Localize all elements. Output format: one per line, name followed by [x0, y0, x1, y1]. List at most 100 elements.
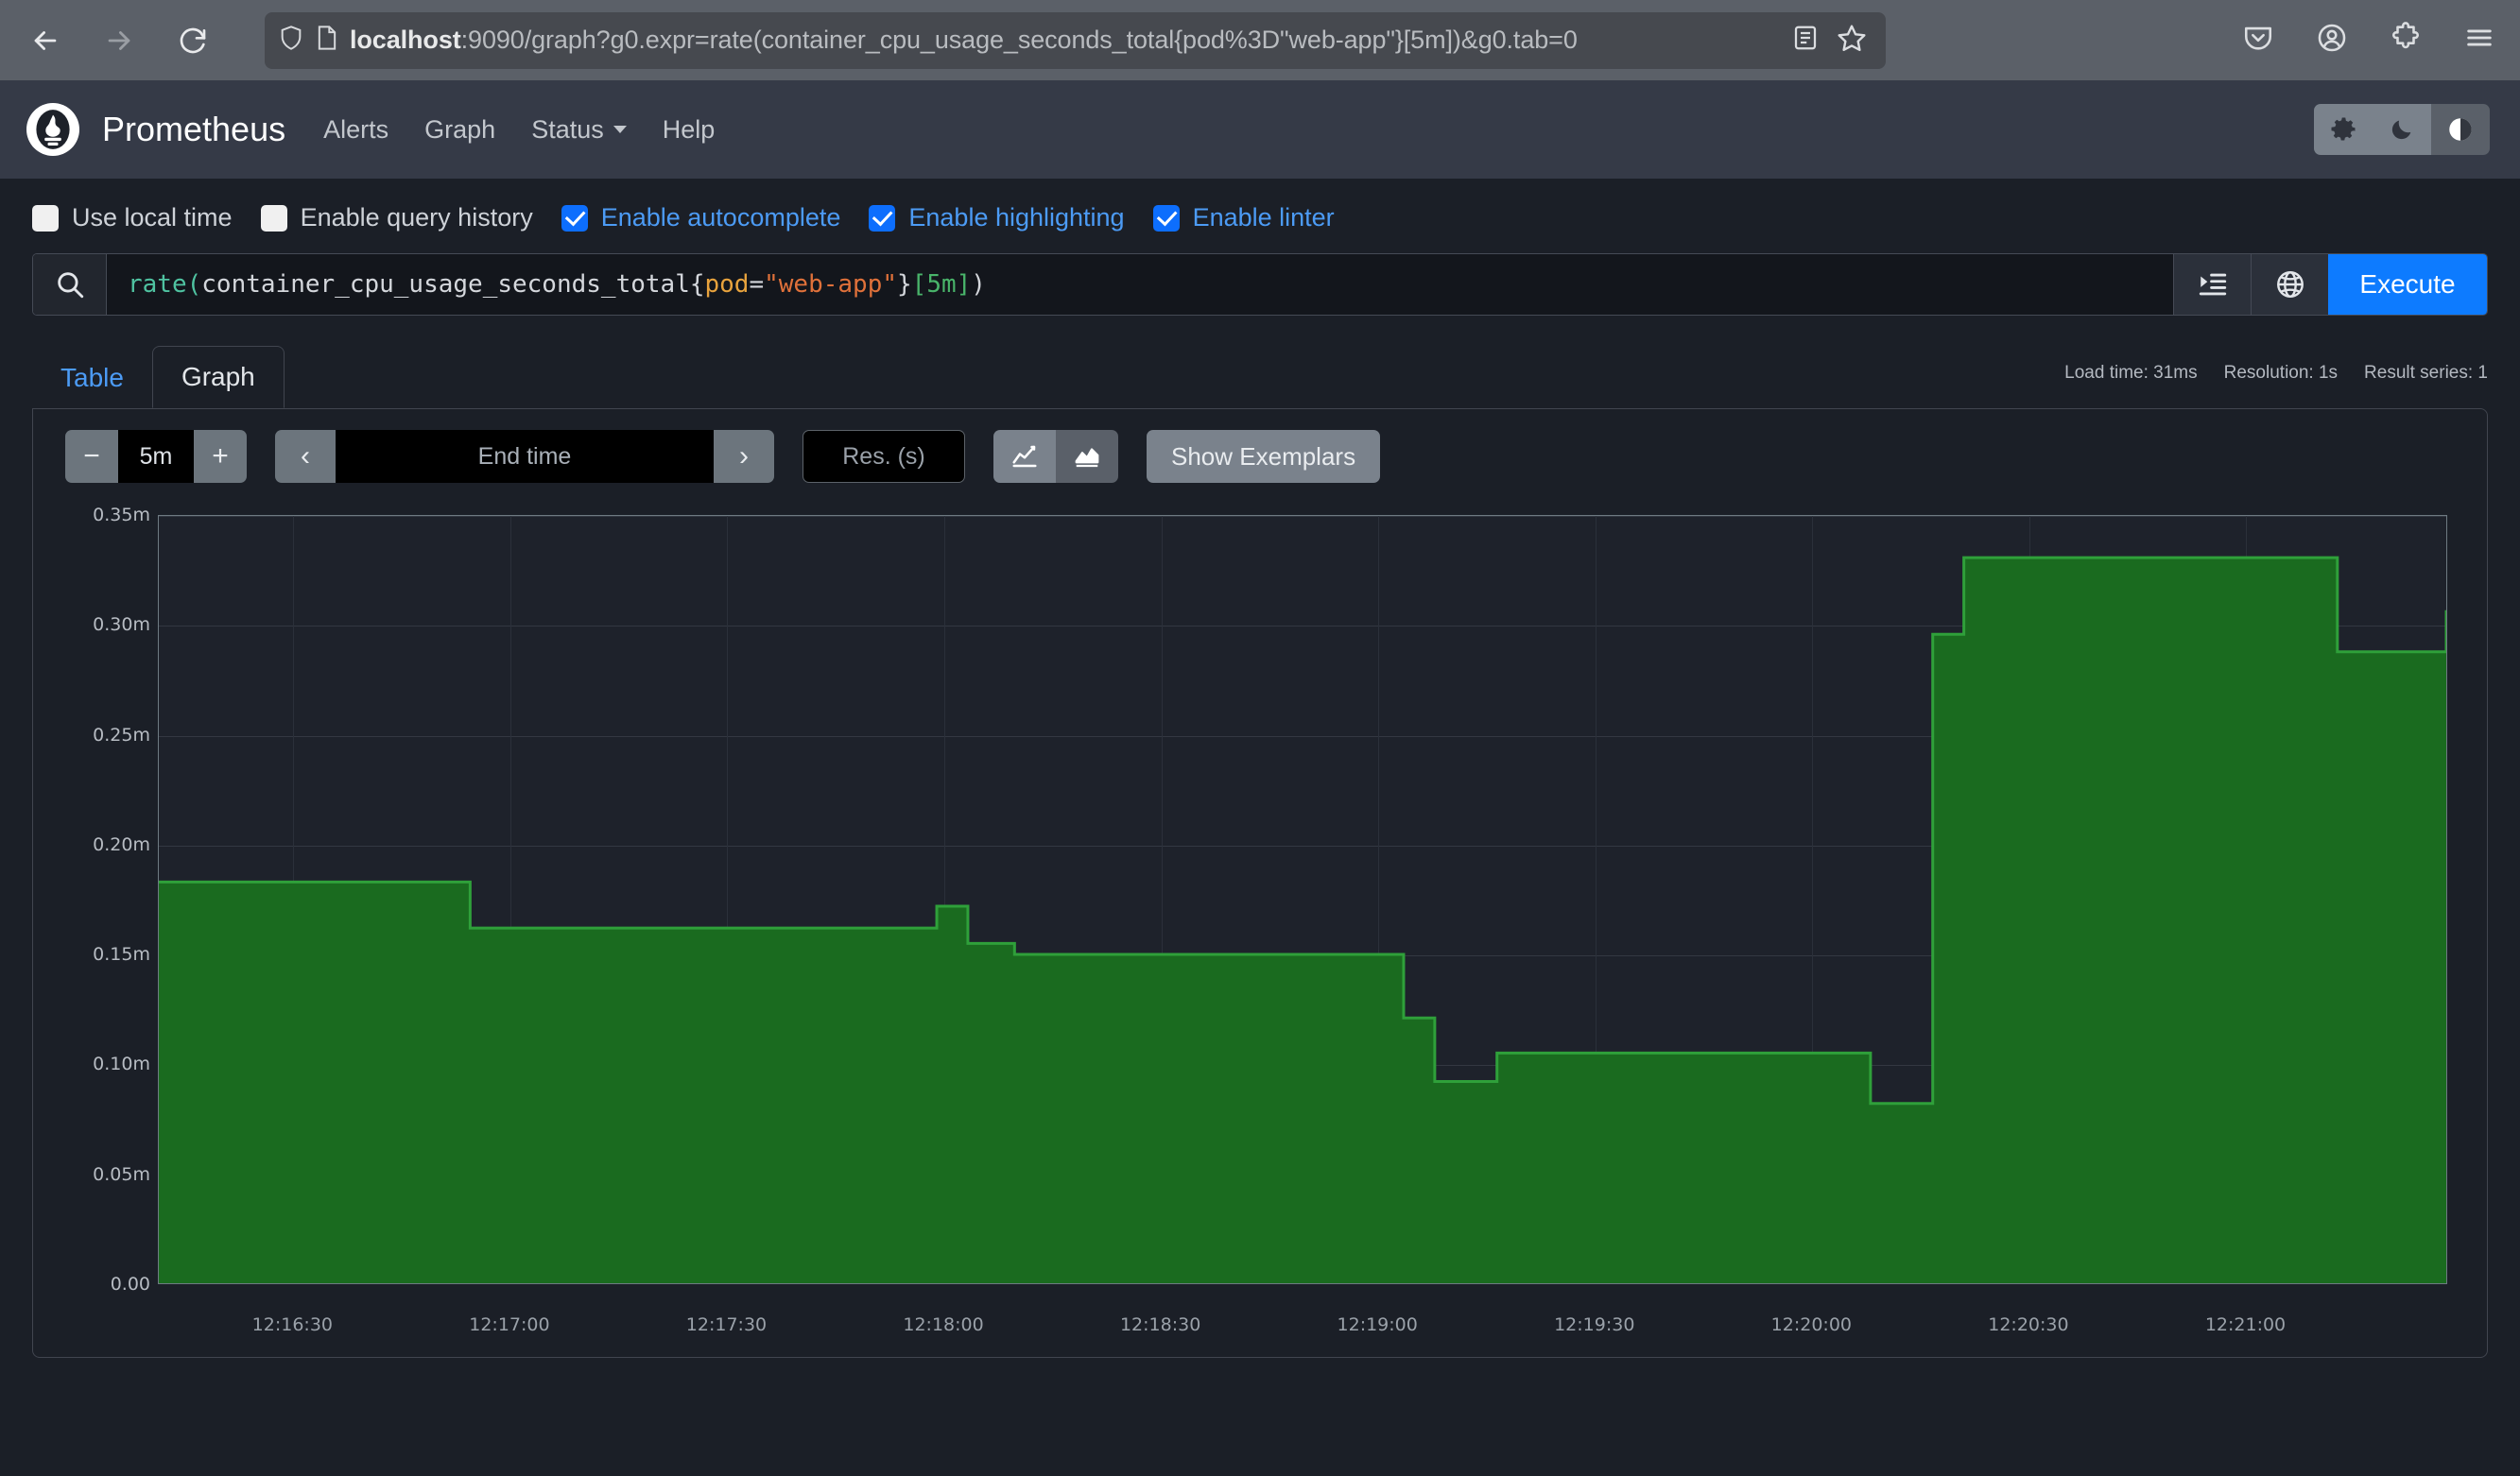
- x-axis-tick-label: 12:18:30: [1119, 1314, 1201, 1335]
- show-exemplars-button[interactable]: Show Exemplars: [1147, 430, 1381, 483]
- graph-panel: − 5m + ‹ End time › Res. (s) Show Exempl…: [32, 408, 2488, 1358]
- option-use-local-time[interactable]: Use local time: [32, 203, 233, 232]
- enable-highlighting-label: Enable highlighting: [908, 203, 1125, 232]
- range-increase-button[interactable]: +: [194, 430, 247, 483]
- query-token-fn: rate(: [128, 270, 202, 299]
- end-time-next-button[interactable]: ›: [714, 430, 774, 483]
- plot-region[interactable]: [158, 515, 2447, 1284]
- query-token-brace-open: {: [689, 270, 705, 299]
- navbar-links: Alerts Graph Status Help: [323, 115, 715, 145]
- end-time-group: ‹ End time ›: [275, 430, 774, 483]
- theme-auto-button[interactable]: [2431, 104, 2490, 155]
- enable-autocomplete-label: Enable autocomplete: [600, 203, 841, 232]
- range-decrease-button[interactable]: −: [65, 430, 118, 483]
- x-axis-tick-label: 12:19:30: [1554, 1314, 1635, 1335]
- graph-toolbar: − 5m + ‹ End time › Res. (s) Show Exempl…: [33, 430, 2487, 483]
- tab-graph[interactable]: Graph: [151, 346, 285, 408]
- page-icon: [316, 25, 338, 56]
- y-axis-tick-label: 0.00: [110, 1274, 150, 1295]
- x-axis-tick-label: 12:19:00: [1337, 1314, 1418, 1335]
- chart-type-toggle: [993, 430, 1118, 483]
- extensions-puzzle-icon[interactable]: [2390, 22, 2422, 59]
- chevron-down-icon: [613, 126, 627, 133]
- reload-icon[interactable]: [168, 16, 217, 65]
- nav-link-graph[interactable]: Graph: [424, 115, 495, 145]
- globe-icon[interactable]: [2251, 254, 2328, 315]
- query-token-metric: container_cpu_usage_seconds_total: [201, 270, 690, 299]
- account-icon[interactable]: [2316, 22, 2348, 59]
- enable-autocomplete-checkbox[interactable]: [561, 204, 588, 232]
- enable-query-history-label: Enable query history: [300, 203, 533, 232]
- tabs-row: Table Graph Load time: 31ms Resolution: …: [0, 338, 2520, 408]
- x-axis-tick-label: 12:20:00: [1770, 1314, 1853, 1335]
- option-enable-query-history[interactable]: Enable query history: [260, 203, 533, 232]
- use-local-time-checkbox[interactable]: [32, 204, 59, 232]
- x-axis-tick-label: 12:17:30: [685, 1314, 768, 1335]
- brand-title: Prometheus: [102, 110, 286, 148]
- search-icon: [33, 254, 107, 315]
- y-axis-tick-label: 0.25m: [93, 724, 150, 746]
- x-axis-tick-label: 12:20:30: [1988, 1314, 2069, 1335]
- prometheus-navbar: Prometheus Alerts Graph Status Help: [0, 80, 2520, 179]
- query-token-label-key: pod: [704, 270, 750, 299]
- y-axis-tick-label: 0.20m: [93, 833, 150, 855]
- y-axis-tick-label: 0.05m: [93, 1163, 150, 1185]
- range-input-group: − 5m +: [65, 430, 247, 483]
- x-axis-tick-label: 12:16:30: [251, 1314, 333, 1335]
- y-axis-tick-label: 0.30m: [93, 614, 150, 636]
- nav-link-graph-label: Graph: [424, 114, 496, 144]
- half-circle-contrast-icon: [2449, 118, 2472, 141]
- resolution-input[interactable]: Res. (s): [803, 430, 965, 483]
- chart-area: 0.00 0.05m 0.10m 0.15m 0.20m 0.25m 0.30m 0.35m …: [33, 502, 2487, 1343]
- theme-dark-button[interactable]: [2373, 104, 2431, 155]
- moon-icon: [2391, 120, 2411, 140]
- line-chart-icon[interactable]: [993, 430, 1056, 483]
- pocket-icon[interactable]: [2242, 22, 2274, 59]
- y-axis-tick-label: 0.15m: [93, 944, 150, 966]
- enable-highlighting-checkbox[interactable]: [869, 204, 896, 232]
- option-enable-highlighting[interactable]: Enable highlighting: [869, 203, 1125, 232]
- query-input[interactable]: rate(container_cpu_usage_seconds_total{p…: [107, 254, 2173, 315]
- nav-link-help-label: Help: [662, 114, 716, 144]
- nav-link-alerts[interactable]: Alerts: [323, 115, 388, 145]
- option-enable-linter[interactable]: Enable linter: [1152, 203, 1335, 232]
- stacked-area-chart-icon[interactable]: [1056, 430, 1118, 483]
- query-token-eq: =: [749, 270, 765, 299]
- end-time-input[interactable]: End time: [336, 430, 714, 483]
- stat-load-time: Load time: 31ms: [2064, 363, 2198, 383]
- stat-resolution: Resolution: 1s: [2223, 363, 2339, 383]
- enable-linter-label: Enable linter: [1192, 203, 1335, 232]
- url-bar[interactable]: localhost:9090/graph?g0.expr=rate(contai…: [265, 11, 1886, 69]
- star-bookmark-icon[interactable]: [1837, 23, 1867, 58]
- enable-query-history-checkbox[interactable]: [260, 204, 287, 232]
- y-axis-tick-label: 0.10m: [93, 1054, 150, 1075]
- series-area: [159, 516, 2446, 1283]
- execute-button[interactable]: Execute: [2328, 254, 2487, 315]
- back-arrow-icon[interactable]: [21, 16, 70, 65]
- forward-arrow-icon[interactable]: [95, 16, 144, 65]
- option-enable-autocomplete[interactable]: Enable autocomplete: [561, 203, 841, 232]
- reader-view-icon[interactable]: [1791, 24, 1820, 57]
- theme-toggle-group: [2314, 104, 2490, 155]
- shield-icon: [278, 25, 304, 56]
- y-axis-tick-label: 0.35m: [93, 505, 150, 525]
- nav-link-status[interactable]: Status: [531, 115, 627, 145]
- range-input[interactable]: 5m: [118, 430, 194, 483]
- x-axis-tick-label: 12:18:00: [903, 1314, 984, 1335]
- use-local-time-label: Use local time: [72, 203, 233, 232]
- browser-toolbar: localhost:9090/graph?g0.expr=rate(contai…: [0, 0, 2520, 80]
- browser-right-icons: [2242, 0, 2495, 80]
- x-axis-tick-label: 12:21:00: [2204, 1314, 2287, 1335]
- browser-nav-buttons: [21, 16, 217, 65]
- prometheus-logo-icon[interactable]: [26, 103, 79, 156]
- x-axis-tick-label: 12:17:00: [469, 1314, 550, 1335]
- nav-link-help[interactable]: Help: [663, 115, 716, 145]
- tab-table[interactable]: Table: [32, 348, 152, 408]
- theme-light-button[interactable]: [2314, 104, 2373, 155]
- hamburger-menu-icon[interactable]: [2463, 22, 2495, 59]
- url-host: localhost: [350, 26, 461, 54]
- metrics-explorer-icon[interactable]: [2173, 254, 2251, 315]
- end-time-prev-button[interactable]: ‹: [275, 430, 336, 483]
- query-stats: Load time: 31ms Resolution: 1s Result se…: [2064, 363, 2488, 384]
- enable-linter-checkbox[interactable]: [1152, 204, 1180, 232]
